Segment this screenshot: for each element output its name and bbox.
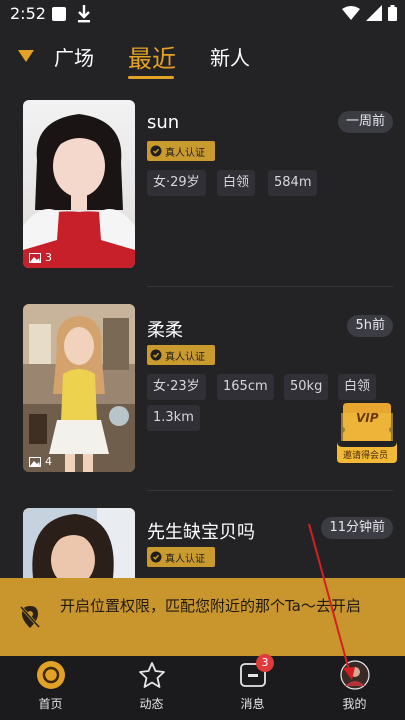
nav-label: 动态 [139,697,164,711]
portrait-image [23,508,135,578]
wifi-icon [342,6,360,20]
verified-check-icon [150,349,162,361]
tag-chip: 1.3km [147,405,200,431]
top-tabs: 广场 最近 新人 [0,36,405,86]
tag-chip: 白领 [338,374,377,400]
last-active-badge: 11分钟前 [321,517,393,539]
last-active-badge: 5h前 [347,315,393,337]
verified-label: 真人认证 [165,351,205,363]
user-name: sun [147,112,180,133]
nav-label: 我的 [342,697,367,711]
image-icon [29,252,41,263]
vip-caption: 邀请得会员 [343,451,389,461]
nav-moments[interactable]: 动态 [111,656,192,720]
user-photo[interactable]: 3 [23,100,135,268]
home-circle-icon [36,661,65,689]
image-icon [29,456,41,467]
nav-messages[interactable]: 消息 [212,656,293,720]
tag-chip: 584m [268,170,318,196]
tab-active-indicator [128,76,174,79]
location-off-icon [19,605,41,629]
verified-badge: 真人认证 [147,547,215,567]
nav-profile[interactable]: 我的 [314,656,395,720]
portrait-image [23,304,135,472]
tab-square[interactable]: 广场 [54,42,94,71]
verified-badge: 真人认证 [147,345,215,365]
unread-badge: 3 [256,654,274,672]
card-divider [147,490,393,491]
status-icons [342,5,397,21]
verified-badge: 真人认证 [147,141,215,161]
user-photo[interactable]: 4 [23,304,135,472]
vip-invite-widget[interactable]: VIP 邀请得会员 [335,401,399,465]
verified-label: 真人认证 [165,147,205,159]
verified-label: 真人认证 [165,553,205,565]
user-name: 柔柔 [147,320,183,341]
photo-count: 3 [29,251,52,264]
verified-check-icon [150,551,162,563]
card-divider [147,286,393,287]
tag-chip: 50kg [284,374,329,400]
status-time: 2:52 [10,4,46,23]
status-bar: 2:52 [0,0,405,28]
photo-count: 4 [29,455,52,468]
verified-check-icon [150,145,162,157]
signal-icon [366,5,382,21]
vip-label: VIP [356,411,379,425]
tag-chip: 白领 [217,170,256,196]
user-photo[interactable] [23,508,135,578]
banner-text: 开启位置权限，匹配您附近的那个Ta～去开启 [60,597,361,615]
nav-label: 消息 [240,697,265,711]
tag-chip: 165cm [217,374,274,400]
user-name: 先生缺宝贝吗 [147,522,255,543]
photo-count-value: 4 [45,455,52,468]
nav-label: 首页 [38,697,63,711]
portrait-image [23,100,135,268]
tab-recent[interactable]: 最近 [128,39,176,74]
star-icon [138,662,165,688]
dropdown-triangle-icon[interactable] [18,50,34,62]
location-permission-banner[interactable]: 开启位置权限，匹配您附近的那个Ta～去开启 [0,578,405,656]
tab-new[interactable]: 新人 [210,42,250,71]
download-icon [78,5,90,23]
photo-count-value: 3 [45,251,52,264]
bottom-nav: 首页 动态 消息 我的 [0,656,405,720]
nav-home[interactable]: 首页 [10,656,91,720]
last-active-badge: 一周前 [337,111,393,133]
tag-chip: 女·23岁 [147,374,206,400]
battery-icon [388,5,397,21]
notification-icon [52,7,66,21]
tag-chip: 女·29岁 [147,170,206,196]
avatar-icon [339,660,370,690]
